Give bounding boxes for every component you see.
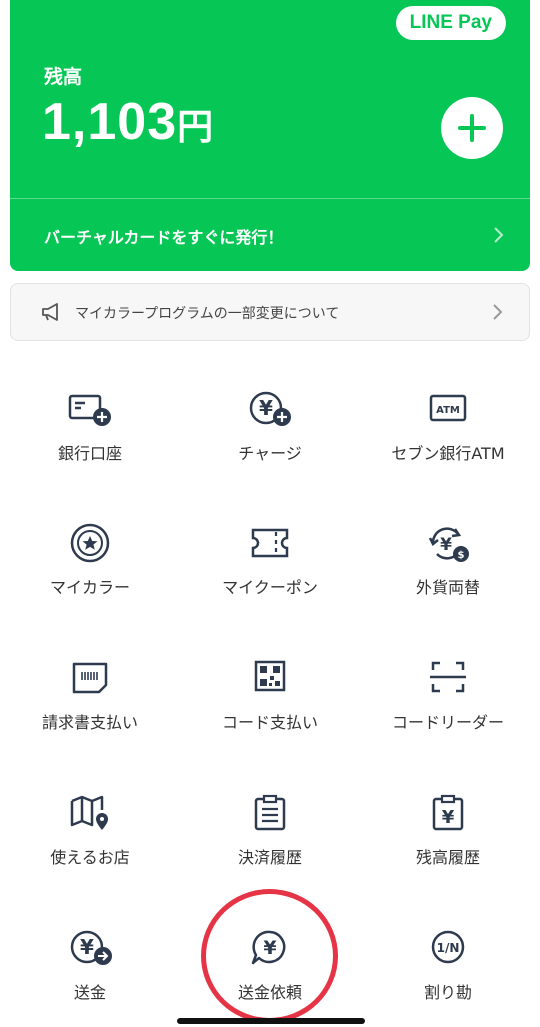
yen-glyph: ¥ — [80, 935, 94, 959]
menu-label: 銀行口座 — [57, 444, 122, 463]
atm-glyph: ATM — [436, 405, 460, 416]
balance-amount: 1,103円 — [42, 92, 214, 152]
map-pin-icon — [70, 795, 108, 830]
notice-banner[interactable]: マイカラープログラムの一部変更について — [10, 283, 530, 341]
menu-code-payment[interactable]: コード支払い — [180, 657, 360, 757]
menu-my-color[interactable]: マイカラー — [0, 522, 180, 622]
bank-card-add-icon — [68, 394, 111, 426]
menu-balance-history[interactable]: ¥ 残高履歴 — [358, 792, 538, 892]
qr-code-icon — [254, 660, 286, 692]
menu-label: セブン銀行ATM — [391, 444, 505, 463]
menu-label: マイカラー — [49, 578, 130, 597]
bill-icon — [72, 662, 108, 694]
chevron-right-icon — [493, 304, 503, 320]
currency-exchange-icon: ¥ $ — [428, 527, 469, 562]
split-glyph: 1/N — [437, 941, 460, 955]
menu-label: 決済履歴 — [237, 848, 302, 867]
add-balance-button[interactable] — [441, 97, 503, 159]
scan-icon — [430, 661, 466, 693]
clipboard-yen-icon: ¥ — [432, 794, 464, 831]
menu-label: 割り勘 — [423, 983, 472, 1002]
menu-label: 残高履歴 — [415, 848, 480, 867]
atm-icon: ATM — [429, 394, 467, 422]
yen-glyph: ¥ — [259, 396, 273, 420]
menu-send-money[interactable]: ¥ 送金 — [0, 927, 180, 1027]
menu-label: 請求書支払い — [41, 713, 138, 732]
menu-bank-account[interactable]: 銀行口座 — [0, 388, 180, 488]
menu-stores[interactable]: 使えるお店 — [0, 792, 180, 892]
line-pay-logo: LINE Pay — [395, 6, 506, 40]
star-badge-icon — [70, 523, 110, 563]
menu-code-reader[interactable]: コードリーダー — [358, 657, 538, 757]
yen-glyph: ¥ — [442, 807, 455, 828]
menu-label: 送金 — [73, 983, 106, 1002]
yen-send-icon: ¥ — [70, 930, 112, 965]
menu-seven-bank-atm[interactable]: ATM セブン銀行ATM — [358, 388, 538, 488]
plus-icon — [458, 114, 486, 142]
menu-label: コードリーダー — [391, 713, 504, 732]
menu-label: マイクーポン — [222, 578, 318, 597]
menu-label: チャージ — [238, 444, 302, 463]
menu-split-bill[interactable]: 1/N 割り勘 — [358, 927, 538, 1027]
highlight-circle — [201, 889, 338, 1023]
balance-value: 1,103 — [42, 93, 178, 151]
menu-label: コード支払い — [221, 713, 318, 732]
svg-text:$: $ — [458, 550, 465, 561]
balance-card: LINE Pay 残高 1,103円 バーチャルカードをすぐに発行！ — [10, 0, 530, 271]
chevron-right-icon[interactable] — [492, 226, 504, 244]
card-divider — [10, 198, 530, 199]
menu-label: 使えるお店 — [50, 848, 130, 867]
split-bill-icon: 1/N — [431, 930, 465, 964]
megaphone-icon — [42, 303, 58, 321]
virtual-card-link[interactable]: バーチャルカードをすぐに発行！ — [44, 224, 283, 248]
coupon-icon — [251, 528, 289, 558]
menu-payment-history[interactable]: 決済履歴 — [180, 792, 360, 892]
menu-my-coupon[interactable]: マイクーポン — [180, 522, 360, 622]
notice-text: マイカラープログラムの一部変更について — [75, 306, 340, 322]
yen-glyph: ¥ — [440, 535, 452, 555]
clipboard-list-icon — [254, 794, 286, 831]
menu-label: 外貨両替 — [415, 578, 480, 597]
yen-add-icon: ¥ — [249, 391, 291, 426]
menu-bill-payment[interactable]: 請求書支払い — [0, 657, 180, 757]
home-indicator — [177, 1018, 365, 1024]
balance-unit: 円 — [177, 107, 215, 148]
menu-currency-exchange[interactable]: ¥ $ 外貨両替 — [358, 522, 538, 622]
menu-charge[interactable]: ¥ チャージ — [180, 388, 360, 488]
balance-label: 残高 — [44, 66, 83, 88]
